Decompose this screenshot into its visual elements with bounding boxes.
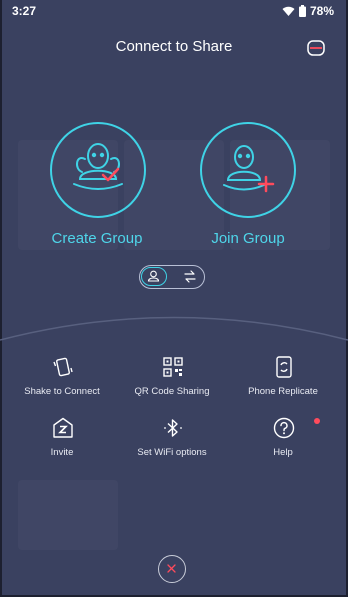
- shake-phone-icon: [52, 356, 74, 378]
- invite-option[interactable]: Invite: [7, 417, 117, 467]
- create-group-icon: [73, 143, 123, 190]
- invite-icon: [52, 417, 74, 439]
- close-button[interactable]: [158, 555, 186, 583]
- close-icon: [167, 564, 176, 573]
- bluetooth-icon: [162, 417, 184, 439]
- set-wifi-options-option[interactable]: Set WiFi options: [117, 417, 227, 467]
- qr-code-icon: [162, 356, 184, 378]
- status-icons: 78%: [282, 4, 334, 18]
- join-group-button[interactable]: [200, 122, 296, 218]
- qr-code-sharing-option[interactable]: QR Code Sharing: [117, 356, 227, 406]
- page-title: Connect to Share: [115, 38, 233, 55]
- status-time: 3:27: [12, 4, 37, 18]
- mode-toggle[interactable]: [139, 265, 205, 289]
- phone-replicate-label: Phone Replicate: [248, 386, 318, 397]
- group-mode-icon[interactable]: [141, 267, 167, 286]
- phone-replicate-icon: [273, 356, 295, 378]
- notification-dot: [314, 418, 320, 424]
- status-bar: 3:27 78%: [0, 0, 348, 22]
- arc-divider: [0, 316, 348, 341]
- set-wifi-options-label: Set WiFi options: [137, 447, 207, 458]
- invite-label: Invite: [50, 447, 74, 458]
- wifi-icon: [282, 6, 295, 17]
- phone-replicate-option[interactable]: Phone Replicate: [228, 356, 338, 406]
- menu-icon[interactable]: [306, 38, 326, 58]
- battery-percent: 78%: [309, 4, 334, 18]
- qr-code-sharing-label: QR Code Sharing: [134, 386, 210, 397]
- shake-to-connect-option[interactable]: Shake to Connect: [7, 356, 117, 406]
- create-group-button[interactable]: [50, 122, 146, 218]
- help-label: Help: [273, 447, 293, 458]
- create-group-label[interactable]: Create Group: [27, 230, 167, 247]
- background-tile: [18, 480, 118, 550]
- join-group-icon: [223, 145, 275, 193]
- join-group-label[interactable]: Join Group: [178, 230, 318, 247]
- battery-icon: [298, 5, 306, 17]
- help-option[interactable]: Help: [228, 417, 338, 467]
- transfer-mode-icon[interactable]: [178, 267, 202, 286]
- shake-to-connect-label: Shake to Connect: [24, 386, 100, 397]
- help-icon: [273, 417, 295, 439]
